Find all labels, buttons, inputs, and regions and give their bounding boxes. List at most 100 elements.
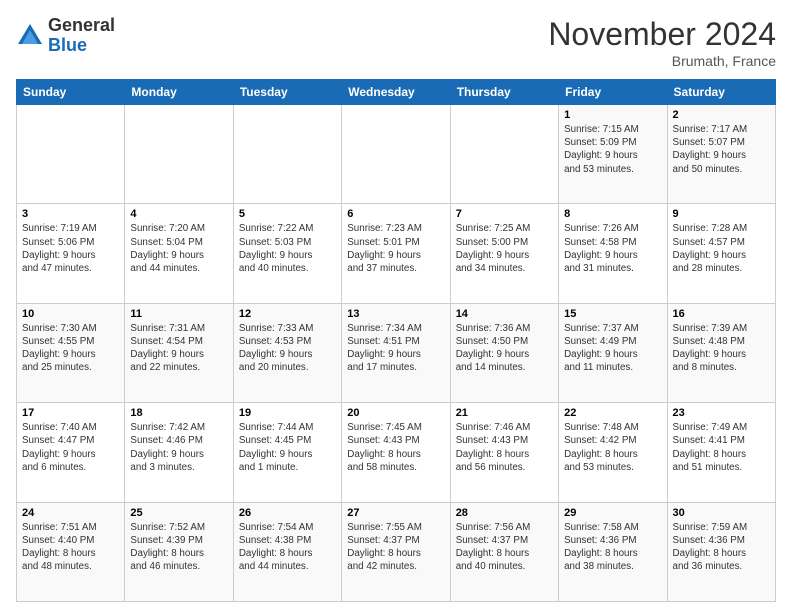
day-cell: 12Sunrise: 7:33 AM Sunset: 4:53 PM Dayli… <box>233 303 341 402</box>
day-cell: 21 Sunrise: 7:46 AM Sunset: 4:43 PM Dayli… <box>450 403 558 502</box>
day-number: 11 <box>130 308 227 320</box>
day-cell: 3 Sunrise: 7:19 AM Sunset: 5:06 PM Daylig… <box>17 204 125 303</box>
logo-blue: Blue <box>48 35 87 55</box>
day-info: Sunrise: 7:28 AM Sunset: 4:57 PM Dayligh… <box>673 222 770 275</box>
logo-general: General <box>48 15 115 35</box>
day-number: 12 <box>239 308 336 320</box>
day-number: 30 <box>673 507 770 519</box>
day-cell: 10Sunrise: 7:30 AM Sunset: 4:55 PM Dayli… <box>17 303 125 402</box>
day-cell <box>233 105 341 204</box>
day-info: Sunrise: 7:40 AM Sunset: 4:47 PM Dayligh… <box>22 421 119 474</box>
day-number: 27 <box>347 507 444 519</box>
day-cell: 19 Sunrise: 7:44 AM Sunset: 4:45 PM Dayli… <box>233 403 341 502</box>
day-number: 7 <box>456 208 553 220</box>
day-number: 18 <box>130 407 227 419</box>
title-section: November 2024 Brumath, France <box>548 16 776 69</box>
day-info: Sunrise: 7:39 AM Sunset: 4:48 PM Dayligh… <box>673 322 770 375</box>
day-cell: 30 Sunrise: 7:59 AM Sunset: 4:36 PM Dayli… <box>667 502 775 601</box>
day-info: Sunrise: 7:59 AM Sunset: 4:36 PM Dayligh… <box>673 521 770 574</box>
day-cell: 6Sunrise: 7:23 AM Sunset: 5:01 PM Daylig… <box>342 204 450 303</box>
week-row-4: 24Sunrise: 7:51 AM Sunset: 4:40 PM Dayli… <box>17 502 776 601</box>
day-info: Sunrise: 7:52 AM Sunset: 4:39 PM Dayligh… <box>130 521 227 574</box>
calendar-body: 1 Sunrise: 7:15 AM Sunset: 5:09 PM Daylig… <box>17 105 776 602</box>
logo-icon <box>16 22 44 50</box>
day-cell: 1 Sunrise: 7:15 AM Sunset: 5:09 PM Daylig… <box>559 105 667 204</box>
header-friday: Friday <box>559 80 667 105</box>
day-number: 26 <box>239 507 336 519</box>
day-number: 19 <box>239 407 336 419</box>
day-number: 9 <box>673 208 770 220</box>
day-cell <box>125 105 233 204</box>
day-cell: 13 Sunrise: 7:34 AM Sunset: 4:51 PM Dayli… <box>342 303 450 402</box>
day-cell: 16 Sunrise: 7:39 AM Sunset: 4:48 PM Dayli… <box>667 303 775 402</box>
logo-text: General Blue <box>48 16 115 56</box>
day-cell: 4 Sunrise: 7:20 AM Sunset: 5:04 PM Daylig… <box>125 204 233 303</box>
header-row: SundayMondayTuesdayWednesdayThursdayFrid… <box>17 80 776 105</box>
week-row-3: 17 Sunrise: 7:40 AM Sunset: 4:47 PM Dayli… <box>17 403 776 502</box>
day-info: Sunrise: 7:56 AM Sunset: 4:37 PM Dayligh… <box>456 521 553 574</box>
day-number: 1 <box>564 109 661 121</box>
day-info: Sunrise: 7:44 AM Sunset: 4:45 PM Dayligh… <box>239 421 336 474</box>
day-number: 3 <box>22 208 119 220</box>
day-cell: 7 Sunrise: 7:25 AM Sunset: 5:00 PM Daylig… <box>450 204 558 303</box>
location: Brumath, France <box>548 53 776 69</box>
day-cell: 29Sunrise: 7:58 AM Sunset: 4:36 PM Dayli… <box>559 502 667 601</box>
day-number: 10 <box>22 308 119 320</box>
day-number: 23 <box>673 407 770 419</box>
day-cell: 20Sunrise: 7:45 AM Sunset: 4:43 PM Dayli… <box>342 403 450 502</box>
day-cell: 2 Sunrise: 7:17 AM Sunset: 5:07 PM Daylig… <box>667 105 775 204</box>
header-thursday: Thursday <box>450 80 558 105</box>
day-info: Sunrise: 7:17 AM Sunset: 5:07 PM Dayligh… <box>673 123 770 176</box>
calendar-header: SundayMondayTuesdayWednesdayThursdayFrid… <box>17 80 776 105</box>
day-info: Sunrise: 7:37 AM Sunset: 4:49 PM Dayligh… <box>564 322 661 375</box>
day-cell: 9 Sunrise: 7:28 AM Sunset: 4:57 PM Daylig… <box>667 204 775 303</box>
day-cell: 22 Sunrise: 7:48 AM Sunset: 4:42 PM Dayli… <box>559 403 667 502</box>
day-info: Sunrise: 7:22 AM Sunset: 5:03 PM Dayligh… <box>239 222 336 275</box>
day-number: 4 <box>130 208 227 220</box>
day-cell: 26 Sunrise: 7:54 AM Sunset: 4:38 PM Dayli… <box>233 502 341 601</box>
day-info: Sunrise: 7:48 AM Sunset: 4:42 PM Dayligh… <box>564 421 661 474</box>
day-number: 8 <box>564 208 661 220</box>
day-info: Sunrise: 7:42 AM Sunset: 4:46 PM Dayligh… <box>130 421 227 474</box>
day-cell: 8Sunrise: 7:26 AM Sunset: 4:58 PM Daylig… <box>559 204 667 303</box>
day-number: 16 <box>673 308 770 320</box>
logo: General Blue <box>16 16 115 56</box>
day-info: Sunrise: 7:25 AM Sunset: 5:00 PM Dayligh… <box>456 222 553 275</box>
day-number: 22 <box>564 407 661 419</box>
day-number: 5 <box>239 208 336 220</box>
day-cell <box>17 105 125 204</box>
day-number: 20 <box>347 407 444 419</box>
day-cell: 17 Sunrise: 7:40 AM Sunset: 4:47 PM Dayli… <box>17 403 125 502</box>
day-info: Sunrise: 7:20 AM Sunset: 5:04 PM Dayligh… <box>130 222 227 275</box>
day-info: Sunrise: 7:54 AM Sunset: 4:38 PM Dayligh… <box>239 521 336 574</box>
day-info: Sunrise: 7:46 AM Sunset: 4:43 PM Dayligh… <box>456 421 553 474</box>
day-info: Sunrise: 7:31 AM Sunset: 4:54 PM Dayligh… <box>130 322 227 375</box>
day-info: Sunrise: 7:19 AM Sunset: 5:06 PM Dayligh… <box>22 222 119 275</box>
day-info: Sunrise: 7:58 AM Sunset: 4:36 PM Dayligh… <box>564 521 661 574</box>
day-cell: 5 Sunrise: 7:22 AM Sunset: 5:03 PM Daylig… <box>233 204 341 303</box>
day-cell <box>450 105 558 204</box>
day-info: Sunrise: 7:55 AM Sunset: 4:37 PM Dayligh… <box>347 521 444 574</box>
month-title: November 2024 <box>548 16 776 53</box>
week-row-0: 1 Sunrise: 7:15 AM Sunset: 5:09 PM Daylig… <box>17 105 776 204</box>
calendar-table: SundayMondayTuesdayWednesdayThursdayFrid… <box>16 79 776 602</box>
header: General Blue November 2024 Brumath, Fran… <box>16 16 776 69</box>
day-number: 6 <box>347 208 444 220</box>
day-number: 21 <box>456 407 553 419</box>
day-cell: 15Sunrise: 7:37 AM Sunset: 4:49 PM Dayli… <box>559 303 667 402</box>
page: General Blue November 2024 Brumath, Fran… <box>0 0 792 612</box>
day-info: Sunrise: 7:51 AM Sunset: 4:40 PM Dayligh… <box>22 521 119 574</box>
day-number: 14 <box>456 308 553 320</box>
day-number: 25 <box>130 507 227 519</box>
week-row-1: 3 Sunrise: 7:19 AM Sunset: 5:06 PM Daylig… <box>17 204 776 303</box>
day-info: Sunrise: 7:36 AM Sunset: 4:50 PM Dayligh… <box>456 322 553 375</box>
day-number: 17 <box>22 407 119 419</box>
day-number: 2 <box>673 109 770 121</box>
day-cell <box>342 105 450 204</box>
day-number: 13 <box>347 308 444 320</box>
day-info: Sunrise: 7:15 AM Sunset: 5:09 PM Dayligh… <box>564 123 661 176</box>
day-cell: 27 Sunrise: 7:55 AM Sunset: 4:37 PM Dayli… <box>342 502 450 601</box>
day-info: Sunrise: 7:34 AM Sunset: 4:51 PM Dayligh… <box>347 322 444 375</box>
day-cell: 14 Sunrise: 7:36 AM Sunset: 4:50 PM Dayli… <box>450 303 558 402</box>
header-saturday: Saturday <box>667 80 775 105</box>
